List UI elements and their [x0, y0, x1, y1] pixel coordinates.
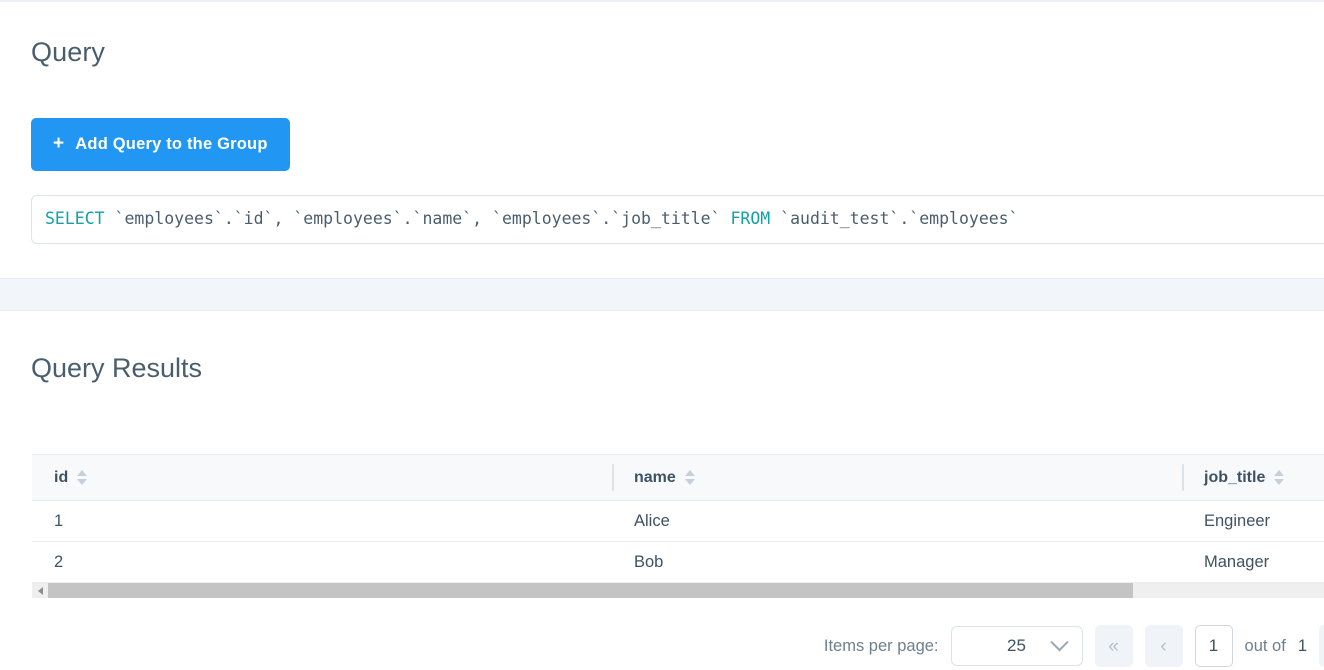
results-table-head: id name job_title: [32, 454, 1324, 501]
add-query-button-label: Add Query to the Group: [75, 135, 268, 153]
sort-both-icon[interactable]: [1274, 470, 1285, 485]
sort-both-icon[interactable]: [77, 470, 88, 485]
query-results-title: Query Results: [31, 353, 203, 383]
previous-page-button[interactable]: ‹: [1144, 625, 1183, 667]
cell-id: 2: [32, 541, 612, 583]
sql-table-fragment: `audit_test`.`employees`: [770, 209, 1019, 229]
scrollbar-track[interactable]: [48, 583, 1324, 598]
column-header-job-title-label: job_title: [1204, 468, 1266, 486]
sql-keyword-select: SELECT: [45, 209, 105, 229]
items-per-page-label: Items per page:: [823, 636, 939, 655]
sort-both-icon[interactable]: [684, 470, 695, 485]
results-table-body: 1 Alice Engineer 2 Bob Manager: [32, 500, 1324, 583]
section-separator-band: [0, 278, 1324, 311]
results-table-container: id name job_title 1 Alice Engineer 2 Bob…: [32, 454, 1324, 583]
results-table: id name job_title 1 Alice Engineer 2 Bob…: [32, 454, 1324, 583]
first-page-button[interactable]: «: [1094, 625, 1133, 667]
page-title: Query: [31, 37, 106, 67]
horizontal-scrollbar[interactable]: [32, 583, 1324, 598]
cell-name: Alice: [612, 500, 1182, 542]
cell-job-title: Manager: [1182, 541, 1324, 583]
out-of-label: out of: [1244, 636, 1286, 655]
cell-name: Bob: [612, 541, 1182, 583]
add-query-to-group-button[interactable]: + Add Query to the Group: [31, 118, 290, 171]
plus-icon: +: [53, 133, 65, 154]
sql-columns-fragment: `employees`.`id`, `employees`.`name`, `e…: [104, 209, 731, 229]
query-section: Query + Add Query to the Group SELECT `e…: [0, 2, 1324, 244]
query-page: Query + Add Query to the Group SELECT `e…: [0, 0, 1324, 670]
table-row[interactable]: 2 Bob Manager: [32, 541, 1324, 583]
current-page-input[interactable]: 1: [1194, 625, 1233, 667]
sql-query-input[interactable]: SELECT `employees`.`id`, `employees`.`na…: [31, 195, 1324, 244]
query-results-section: Query Results id name job_title 1 Alice …: [0, 311, 1324, 667]
column-header-name[interactable]: name: [612, 454, 1182, 501]
scrollbar-thumb[interactable]: [48, 583, 1133, 598]
next-page-button[interactable]: [1319, 625, 1324, 667]
paginator: Items per page: 25 « ‹ 1 out of 1: [32, 611, 1324, 670]
cell-id: 1: [32, 500, 612, 542]
scroll-left-arrow-icon[interactable]: [32, 583, 48, 598]
page-size-value: 25: [1007, 636, 1026, 655]
chevron-down-icon: [1049, 632, 1069, 651]
total-pages-value: 1: [1297, 636, 1307, 655]
cell-job-title: Engineer: [1182, 500, 1324, 542]
column-header-id-label: id: [54, 468, 69, 486]
sql-query-text: SELECT `employees`.`id`, `employees`.`na…: [45, 211, 1019, 228]
column-header-id[interactable]: id: [32, 454, 612, 501]
column-header-job-title[interactable]: job_title: [1182, 454, 1324, 501]
table-row[interactable]: 1 Alice Engineer: [32, 500, 1324, 542]
table-header-row: id name job_title: [32, 454, 1324, 501]
page-size-select[interactable]: 25: [950, 626, 1083, 666]
column-header-name-label: name: [634, 468, 676, 486]
sql-keyword-from: FROM: [730, 209, 771, 229]
